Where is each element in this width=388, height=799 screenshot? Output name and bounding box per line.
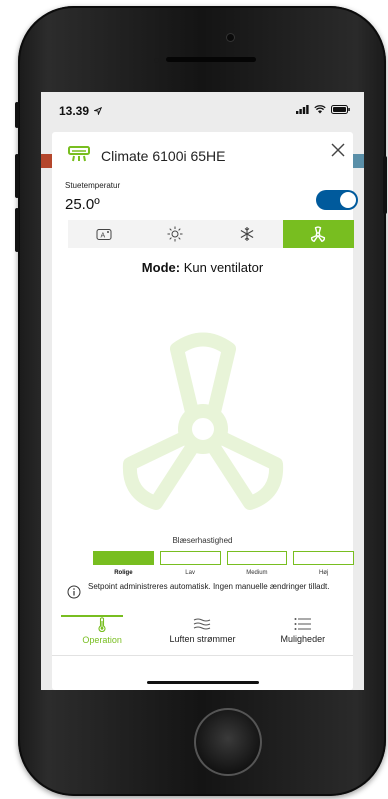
phone-screen: 13.39 Climate 6100i 65HE Stuetemperatur …: [41, 92, 364, 690]
room-temperature-value: 25.0º: [65, 196, 100, 213]
fan-icon: [311, 226, 326, 242]
mode-tab-heat[interactable]: [140, 220, 212, 248]
panel-header: Climate 6100i 65HE: [52, 132, 353, 176]
power-toggle-knob: [340, 192, 356, 208]
fan-speed-option-low[interactable]: [159, 551, 221, 565]
sun-icon: [167, 226, 183, 242]
earpiece-speaker: [166, 57, 256, 62]
mode-tabs: A: [68, 220, 354, 248]
mode-name: Kun ventilator: [183, 260, 264, 275]
location-arrow-icon: [93, 106, 103, 116]
auto-mode-icon: A: [96, 228, 112, 240]
bottom-tab-bar: Operation Luften strømmer Muligheder: [52, 613, 353, 653]
tab-operation[interactable]: Operation: [52, 613, 152, 653]
panel-bottom-divider: [52, 655, 353, 656]
thermometer-icon: [98, 617, 106, 632]
setpoint-info: Setpoint administreres automatisk. Ingen…: [67, 581, 354, 605]
svg-text:A: A: [100, 232, 105, 239]
device-control-panel: Climate 6100i 65HE Stuetemperatur 25.0º …: [52, 132, 358, 690]
fan-speed-option-quiet[interactable]: [93, 551, 154, 565]
front-camera: [227, 34, 234, 41]
tab-airflow[interactable]: Luften strømmer: [152, 613, 252, 653]
device-title: Climate 6100i 65HE: [101, 148, 226, 164]
fan-speed-labels: Rolige Lav Medium Høj: [93, 570, 354, 576]
home-indicator[interactable]: [147, 681, 259, 684]
room-temperature-label: Stuetemperatur: [65, 181, 121, 190]
status-time-text: 13.39: [59, 104, 90, 118]
airflow-icon: [194, 618, 211, 630]
info-icon: [67, 585, 81, 599]
fan-speed-name-medium: Medium: [246, 570, 268, 576]
power-button: [383, 156, 387, 214]
status-bar: 13.39: [41, 92, 364, 120]
fan-speed-name-low: Lav: [185, 570, 195, 576]
fan-speed-name-high: Høj: [318, 570, 329, 576]
cellular-signal-icon: [296, 105, 309, 114]
wifi-icon: [314, 105, 326, 114]
volume-up-button: [15, 154, 19, 198]
battery-icon: [331, 105, 350, 114]
tab-airflow-label: Luften strømmer: [169, 634, 236, 644]
fan-watermark-icon: [122, 332, 284, 510]
mode-tab-cool[interactable]: [211, 220, 283, 248]
fan-speed-option-high[interactable]: [293, 551, 354, 565]
tab-options[interactable]: Muligheder: [253, 613, 353, 653]
options-list-icon: [294, 618, 311, 630]
fan-speed-selector: [93, 551, 354, 565]
power-toggle[interactable]: [316, 190, 358, 210]
home-button[interactable]: [194, 708, 262, 776]
close-button[interactable]: [328, 140, 348, 160]
setpoint-info-text: Setpoint administreres automatisk. Ingen…: [88, 582, 330, 591]
tab-options-label: Muligheder: [280, 634, 326, 644]
mode-tab-fan[interactable]: [282, 220, 354, 248]
mode-title: Mode: Kun ventilator: [52, 260, 353, 275]
air-conditioner-icon: [68, 146, 90, 162]
snowflake-icon: [240, 227, 254, 241]
mode-tab-auto[interactable]: A: [68, 220, 140, 248]
mute-switch: [15, 102, 19, 128]
volume-down-button: [15, 208, 19, 252]
fan-speed-option-medium[interactable]: [226, 551, 288, 565]
mode-prefix: Mode:: [141, 260, 181, 275]
fan-speed-name-quiet: Rolige: [114, 570, 133, 576]
status-indicators: [296, 105, 350, 114]
tab-operation-label: Operation: [82, 635, 122, 645]
fan-speed-label: Blæserhastighed: [172, 536, 233, 545]
proximity-sensor: [154, 58, 159, 63]
status-time: 13.39: [59, 104, 103, 118]
